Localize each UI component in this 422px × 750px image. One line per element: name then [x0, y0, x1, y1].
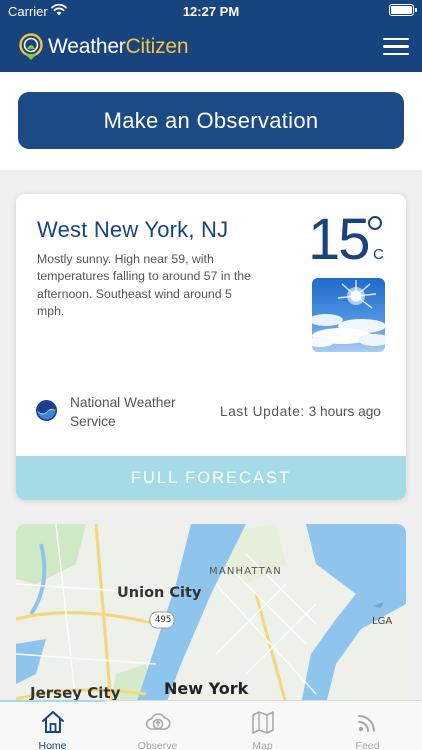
tab-bar: Home Observe Map Feed: [0, 700, 422, 750]
feed-icon: [358, 715, 375, 732]
sunny-sky-icon: [312, 278, 385, 352]
home-icon: [42, 711, 64, 733]
map-label-union-city: Union City: [117, 585, 202, 601]
noaa-logo-icon: [36, 400, 57, 421]
tab-map[interactable]: Map: [210, 701, 315, 750]
forecast-source: National Weather Service: [70, 395, 176, 429]
clock: 12:27 PM: [182, 4, 240, 19]
app-logo: WeatherCitizen: [18, 32, 189, 62]
map-label-new-york: New York: [164, 679, 249, 698]
last-update-value: 3 hours ago: [304, 404, 381, 419]
map-canvas: [16, 524, 406, 704]
weather-citizen-logo-icon: [19, 33, 43, 60]
tab-observe[interactable]: Observe: [105, 701, 210, 750]
logo-text-weather: Weather: [48, 35, 126, 58]
forecast-card: West New York, NJ Mostly sunny. High nea…: [16, 194, 406, 500]
temperature-unit: C: [373, 246, 384, 263]
hamburger-menu-icon[interactable]: [383, 38, 409, 56]
battery-icon: [389, 4, 417, 16]
observation-map[interactable]: MANHATTAN Union City 495 LGA New York Je…: [16, 524, 406, 704]
last-update: Last Update: 3 hours ago: [220, 404, 381, 419]
make-observation-button[interactable]: Make an Observation: [18, 92, 404, 149]
tab-observe-label: Observe: [137, 740, 178, 750]
tab-map-label: Map: [252, 740, 273, 750]
cloud-upload-icon: [145, 713, 171, 730]
tab-feed[interactable]: Feed: [315, 701, 420, 750]
observation-section: Make an Observation: [0, 72, 422, 170]
tab-feed-label: Feed: [355, 740, 380, 750]
active-tab-indicator: [0, 700, 105, 702]
logo-text-citizen: Citizen: [125, 35, 189, 58]
map-label-lga: LGA: [372, 616, 393, 627]
last-update-label: Last Update:: [220, 404, 305, 419]
forecast-description: Mostly sunny. High near 59, with tempera…: [37, 252, 251, 318]
status-bar: Carrier 12:27 PM: [0, 0, 422, 22]
map-icon: [252, 711, 274, 734]
location-title: West New York, NJ: [37, 217, 229, 242]
degree-symbol: [368, 216, 382, 230]
tab-home-label: Home: [38, 740, 67, 750]
map-label-manhattan: MANHATTAN: [209, 566, 282, 577]
map-label-route-495: 495: [155, 615, 172, 625]
full-forecast-button[interactable]: FULL FORECAST: [16, 456, 406, 500]
tab-home[interactable]: Home: [0, 700, 105, 750]
temperature-value: 15: [308, 207, 370, 272]
app-header: Carrier 12:27 PM WeatherCitizen: [0, 0, 422, 72]
